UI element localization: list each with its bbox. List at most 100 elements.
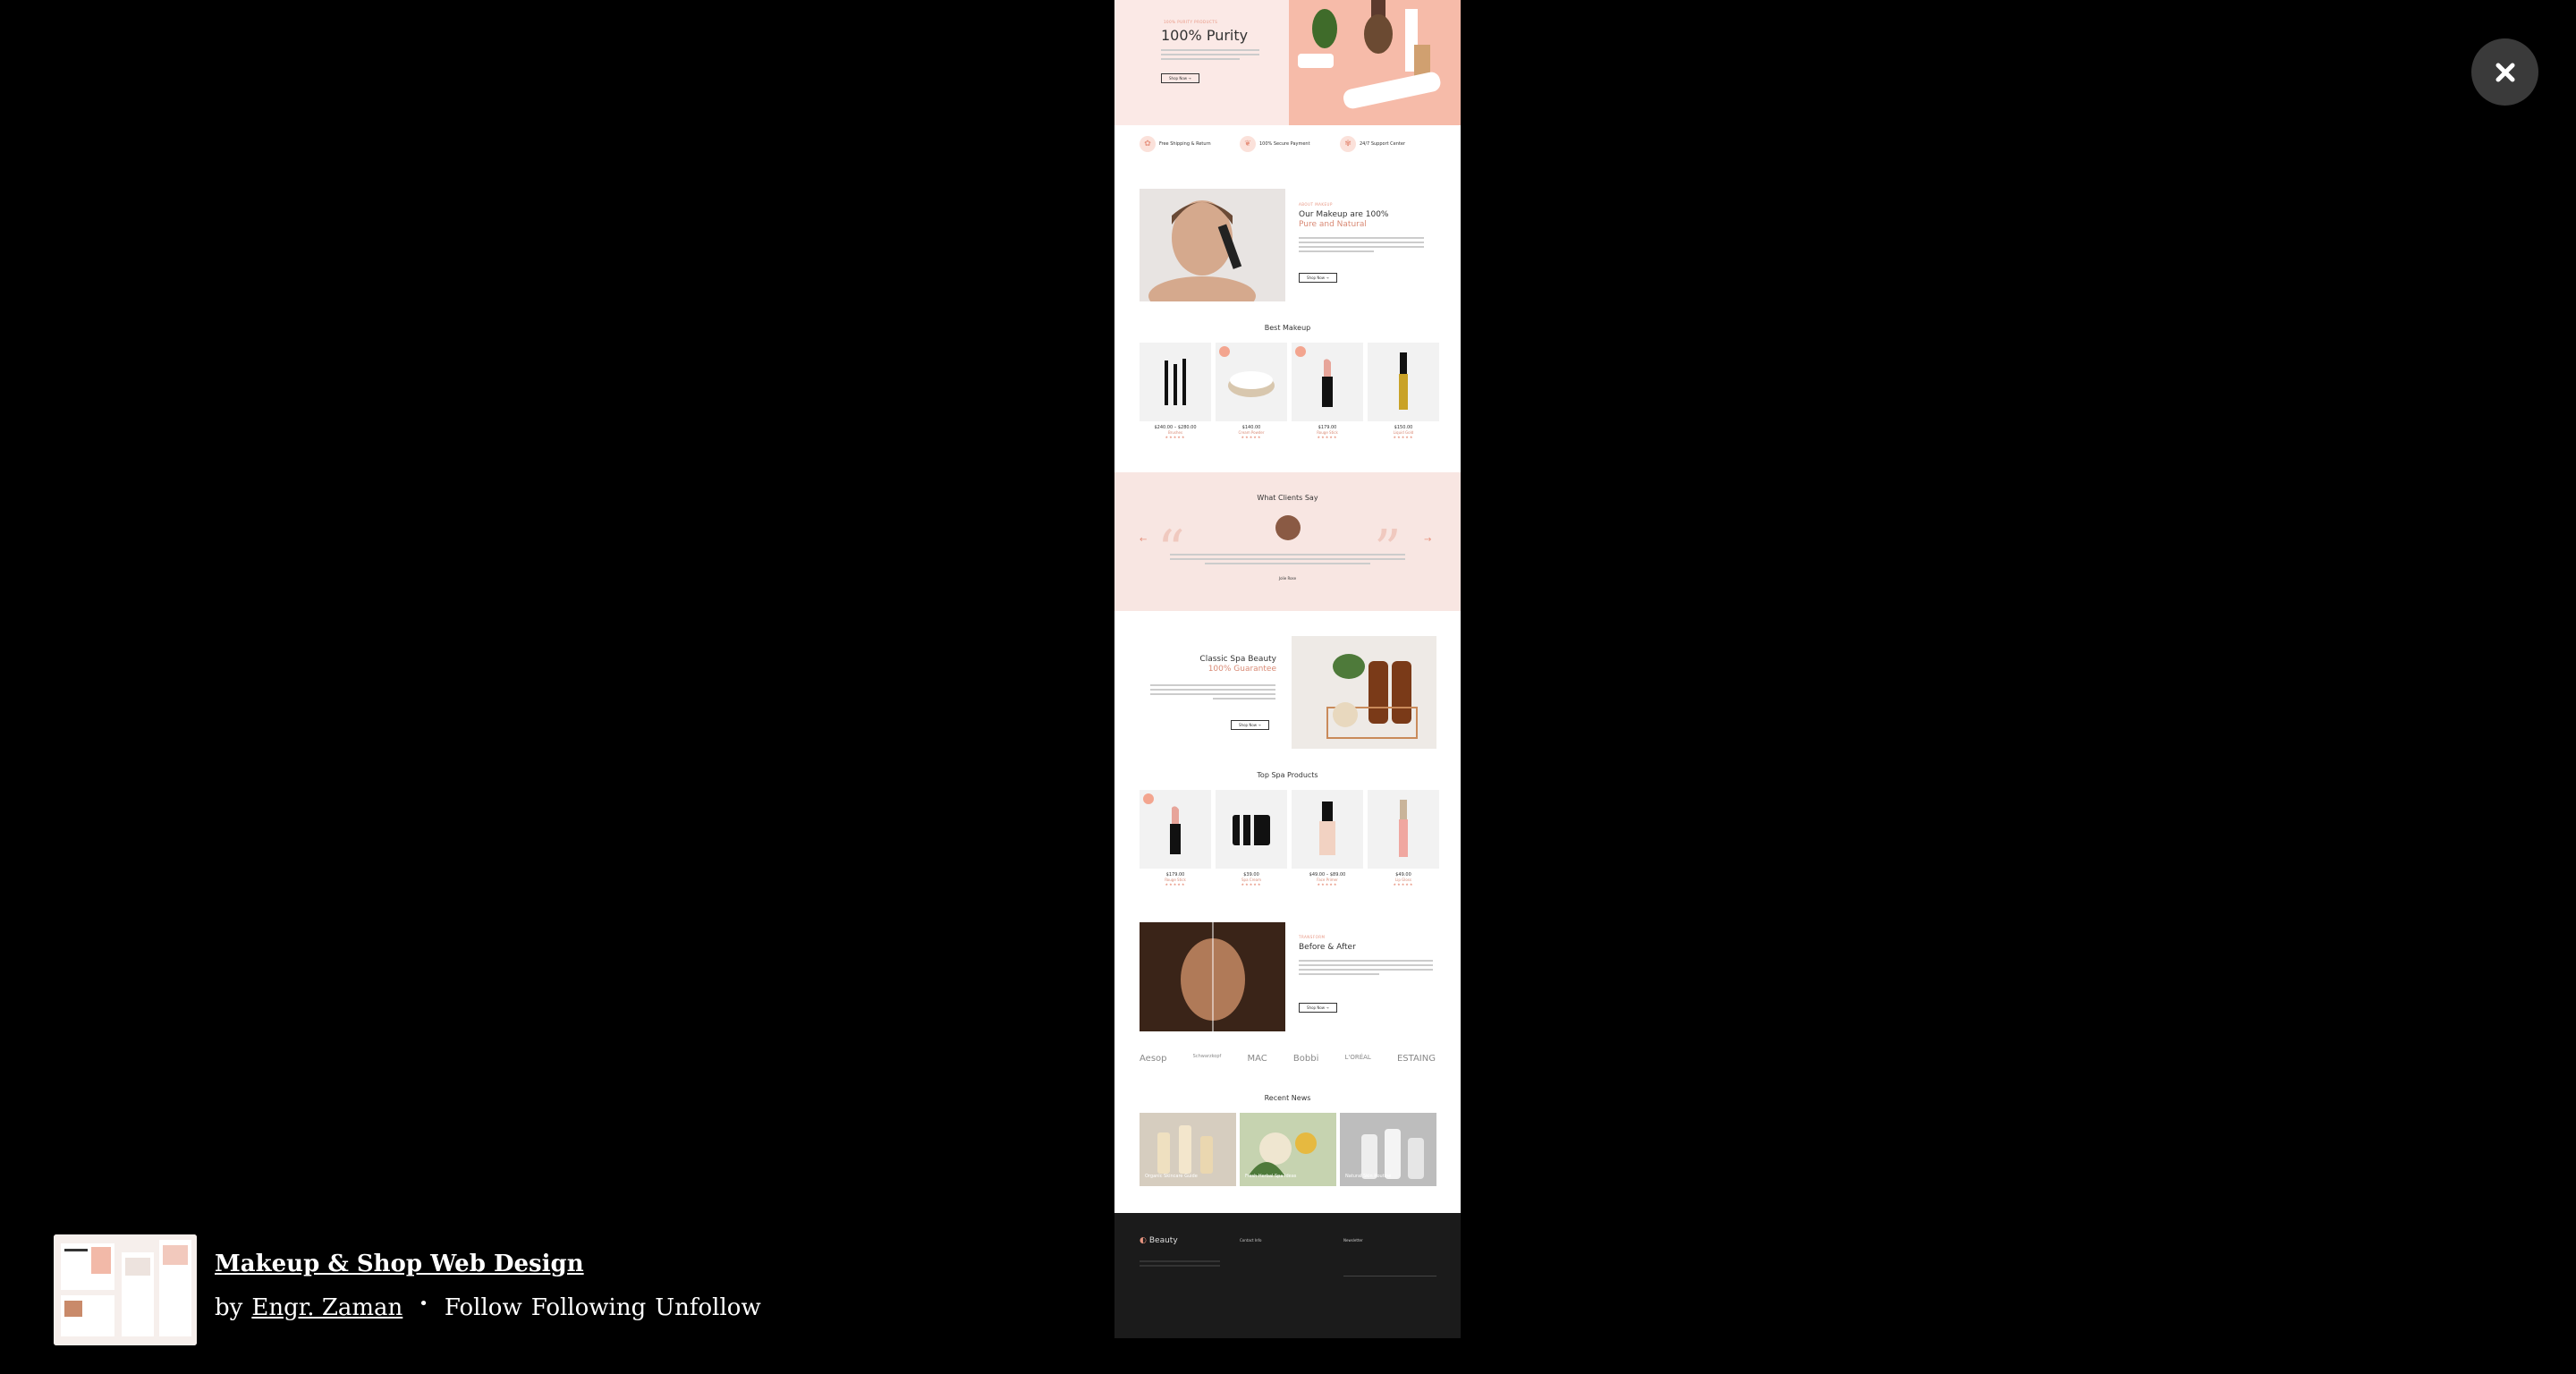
rating-stars: ★★★★★ xyxy=(1317,435,1338,439)
spa-text xyxy=(1150,682,1275,702)
follow-button[interactable]: Follow xyxy=(445,1294,522,1321)
by-label: by xyxy=(215,1294,243,1321)
product-image xyxy=(1216,790,1287,869)
product-card[interactable]: $49.00 – $89.00 Face Primer ★★★★★ xyxy=(1292,790,1363,886)
hero-text xyxy=(1161,47,1259,63)
rating-stars: ★★★★★ xyxy=(1165,435,1186,439)
before-after-text xyxy=(1299,957,1433,978)
rating-stars: ★★★★★ xyxy=(1317,882,1338,886)
feature-shipping: ✿ Free Shipping & Return xyxy=(1140,136,1211,152)
hero-shop-button[interactable]: Shop Now → xyxy=(1161,73,1199,83)
brand-logo: Schwarzkopf xyxy=(1192,1054,1222,1059)
hero-eyebrow: 100% PURITY PRODUCTS xyxy=(1164,20,1218,24)
logo-icon: ◐ xyxy=(1140,1236,1147,1245)
news-card[interactable]: Organic Skincare Guide xyxy=(1140,1113,1236,1186)
gift-icon: ✿ xyxy=(1140,136,1156,152)
spa-title-line1: Classic Spa Beauty xyxy=(1199,655,1276,664)
separator-dot: • xyxy=(419,1294,428,1313)
before-after-image xyxy=(1140,922,1285,1031)
spa-shop-button[interactable]: Shop Now → xyxy=(1231,720,1269,730)
arrow-left-icon[interactable]: ← xyxy=(1140,535,1147,545)
site-footer: ◐ Beauty Contact Info Newsletter xyxy=(1114,1213,1461,1338)
testimonial-author: Jolie Rose xyxy=(1278,576,1297,581)
news-card[interactable]: Natural Skin Routine xyxy=(1340,1113,1436,1186)
product-image xyxy=(1140,343,1211,421)
product-card[interactable]: $150.00 Liquid Gold ★★★★★ xyxy=(1368,343,1439,439)
hero-title: 100% Purity xyxy=(1161,27,1249,44)
rating-stars: ★★★★★ xyxy=(1241,435,1262,439)
before-after-shop-button[interactable]: Shop Now → xyxy=(1299,1003,1337,1013)
product-image xyxy=(1140,790,1211,869)
about-title-line1: Our Makeup are 100% xyxy=(1299,210,1389,219)
project-thumbnail[interactable] xyxy=(54,1234,197,1345)
footer-col-newsletter: Newsletter xyxy=(1343,1238,1363,1243)
brand-logo: Aesop xyxy=(1140,1054,1167,1064)
avatar xyxy=(1275,515,1301,540)
close-button[interactable] xyxy=(2471,38,2538,106)
arrow-right-icon[interactable]: → xyxy=(1424,535,1431,545)
product-card[interactable]: $39.00 Spa Cream ★★★★★ xyxy=(1216,790,1287,886)
product-card[interactable]: $140.00 Cream Powder ★★★★★ xyxy=(1216,343,1287,439)
news-caption: Organic Skincare Guide xyxy=(1145,1174,1198,1179)
newsletter-input[interactable] xyxy=(1343,1268,1436,1276)
brand-logos: Aesop Schwarzkopf MAC Bobbi L'ORÉAL ESTA… xyxy=(1140,1054,1436,1064)
following-button[interactable]: Following xyxy=(531,1294,647,1321)
rating-stars: ★★★★★ xyxy=(1393,882,1414,886)
product-card[interactable]: $179.00 Rouge Stick ★★★★★ xyxy=(1140,790,1211,886)
footer-text xyxy=(1140,1258,1220,1269)
news-card[interactable]: Fresh Herbal Spa Ideas xyxy=(1240,1113,1336,1186)
hero-product-image xyxy=(1289,0,1461,125)
spa-image xyxy=(1292,636,1436,749)
shot-preview[interactable]: 100% PURITY PRODUCTS 100% Purity Shop No… xyxy=(1114,0,1461,1338)
about-text xyxy=(1299,234,1424,255)
project-info: Makeup & Shop Web Design by Engr. Zaman … xyxy=(54,1234,859,1345)
product-card[interactable]: $240.00 – $280.00 Brushes ★★★★★ xyxy=(1140,343,1211,439)
rating-stars: ★★★★★ xyxy=(1241,882,1262,886)
about-shop-button[interactable]: Shop Now → xyxy=(1299,273,1337,283)
about-eyebrow: ABOUT MAKEUP xyxy=(1299,202,1333,207)
author-link[interactable]: Engr. Zaman xyxy=(251,1294,402,1321)
brand-logo: MAC xyxy=(1247,1054,1267,1064)
testimonial-section: What Clients Say “ ” Jolie Rose ← → xyxy=(1114,472,1461,611)
quote-close-icon: ” xyxy=(1374,519,1402,581)
sale-badge xyxy=(1143,793,1154,804)
best-makeup-title: Best Makeup xyxy=(1264,324,1311,332)
product-image xyxy=(1292,343,1363,421)
product-card[interactable]: $179.00 Rouge Stick ★★★★★ xyxy=(1292,343,1363,439)
hero-section: 100% PURITY PRODUCTS 100% Purity Shop No… xyxy=(1114,0,1461,125)
about-image xyxy=(1140,189,1285,316)
feature-payment: ❦ 100% Secure Payment xyxy=(1240,136,1310,152)
testimonial-title: What Clients Say xyxy=(1257,494,1318,502)
footer-col-contact: Contact Info xyxy=(1240,1238,1262,1243)
product-image xyxy=(1368,790,1439,869)
news-caption: Natural Skin Routine xyxy=(1345,1174,1392,1179)
top-spa-title: Top Spa Products xyxy=(1257,771,1318,779)
before-after-eyebrow: TRANSFORM xyxy=(1299,935,1326,939)
rating-stars: ★★★★★ xyxy=(1165,882,1186,886)
close-icon xyxy=(2496,63,2514,81)
product-image xyxy=(1368,343,1439,421)
brand-logo: Bobbi xyxy=(1292,1054,1319,1064)
recent-news-title: Recent News xyxy=(1264,1094,1311,1102)
project-byline: by Engr. Zaman • Follow Following Unfoll… xyxy=(215,1294,761,1321)
sale-badge xyxy=(1295,346,1306,357)
testimonial-text xyxy=(1170,551,1405,567)
news-caption: Fresh Herbal Spa Ideas xyxy=(1245,1174,1297,1179)
product-card[interactable]: $49.00 Lip Gloss ★★★★★ xyxy=(1368,790,1439,886)
feature-support: ✾ 24/7 Support Center xyxy=(1340,136,1405,152)
product-image xyxy=(1216,343,1287,421)
spa-title-line2: 100% Guarantee xyxy=(1208,665,1276,674)
support-icon: ✾ xyxy=(1340,136,1356,152)
about-title-line2: Pure and Natural xyxy=(1299,220,1367,229)
rating-stars: ★★★★★ xyxy=(1393,435,1414,439)
brand-logo: ESTAING xyxy=(1396,1054,1436,1064)
sale-badge xyxy=(1219,346,1230,357)
quote-open-icon: “ xyxy=(1157,519,1185,581)
brand-logo: L'ORÉAL xyxy=(1344,1054,1371,1061)
footer-brand: ◐ Beauty xyxy=(1140,1236,1178,1245)
project-title-link[interactable]: Makeup & Shop Web Design xyxy=(215,1251,584,1277)
before-after-title: Before & After xyxy=(1299,943,1356,952)
unfollow-button[interactable]: Unfollow xyxy=(655,1294,760,1321)
product-image xyxy=(1292,790,1363,869)
leaf-icon: ❦ xyxy=(1240,136,1256,152)
